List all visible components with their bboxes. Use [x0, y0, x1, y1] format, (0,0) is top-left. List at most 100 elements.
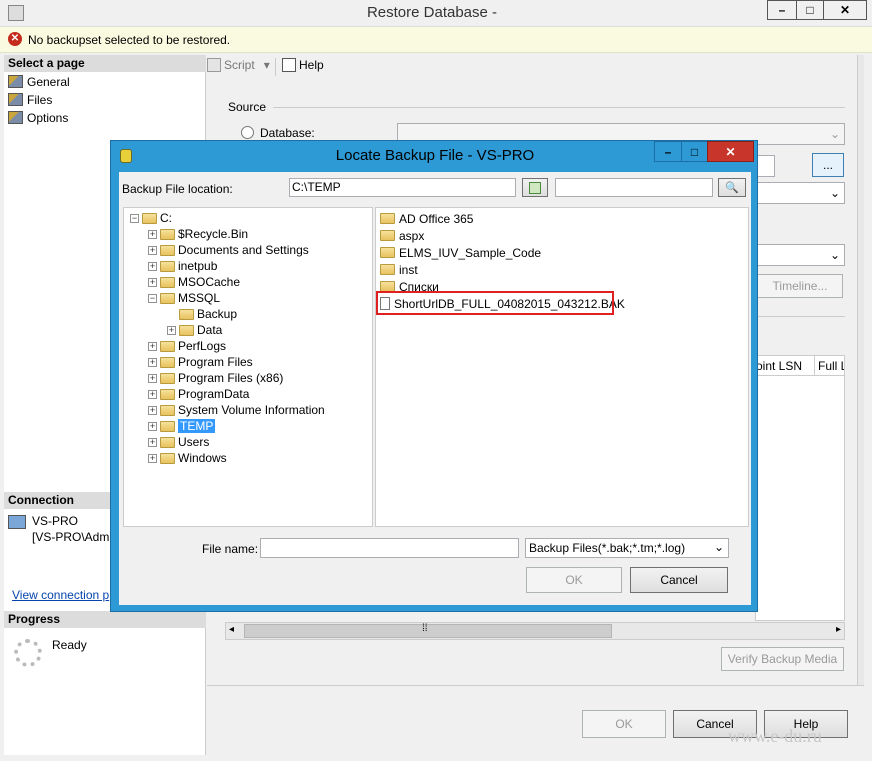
backupsets-grid-header: oint LSN Full LS [755, 355, 845, 376]
tree-node[interactable]: + System Volume Information [148, 402, 325, 418]
file-type-select[interactable]: Backup Files(*.bak;*.tm;*.log) ⌄ [525, 538, 729, 558]
help-button-toolbar[interactable]: Help [282, 58, 324, 72]
list-item-label: AD Office 365 [399, 211, 474, 226]
highlight-box [376, 291, 614, 315]
folder-icon [160, 404, 175, 416]
folder-icon [160, 260, 175, 272]
verify-backup-media-button[interactable]: Verify Backup Media [721, 647, 844, 671]
tree-node[interactable]: − MSSQL [148, 290, 220, 306]
source-divider [273, 107, 845, 108]
restore-to-select[interactable]: ⌄ [755, 244, 845, 266]
script-label: Script [224, 58, 255, 72]
page-general-label: General [27, 74, 70, 89]
folder-icon [380, 213, 395, 224]
tree-label: Program Files [178, 355, 253, 369]
tree-node[interactable]: + Windows [148, 450, 227, 466]
tree-label: $Recycle.Bin [178, 227, 249, 241]
list-item-label: inst [399, 262, 418, 277]
folder-icon [160, 340, 175, 352]
window-title: Restore Database - [366, 4, 498, 21]
tree-node-c[interactable]: − C: [130, 210, 172, 226]
dialog-cancel-button[interactable]: Cancel [630, 567, 728, 593]
error-bar: ✕ No backupset selected to be restored. [0, 27, 872, 53]
window-titlebar: Restore Database - – □ ✕ [0, 0, 872, 27]
list-item[interactable]: AD Office 365 [380, 210, 473, 227]
error-icon: ✕ [8, 32, 22, 46]
ok-button[interactable]: OK [582, 710, 666, 738]
tree-node[interactable]: + $Recycle.Bin [148, 226, 248, 242]
timeline-button[interactable]: Timeline... [757, 274, 843, 298]
tree-label: MSSQL [178, 291, 221, 305]
tree-node[interactable]: Backup [179, 306, 237, 322]
tree-node[interactable]: + Program Files (x86) [148, 370, 283, 386]
refresh-button[interactable] [522, 178, 548, 197]
list-item[interactable]: aspx [380, 227, 424, 244]
close-button[interactable]: ✕ [823, 0, 867, 20]
col-divider [814, 356, 815, 376]
tree-label: Windows [178, 451, 227, 465]
tree-label: Program Files (x86) [178, 371, 284, 385]
dialog-ok-button[interactable]: OK [526, 567, 622, 593]
folder-icon [160, 372, 175, 384]
dialog-close-button[interactable]: ✕ [707, 141, 754, 162]
minimize-button[interactable]: – [767, 0, 797, 20]
tree-label: Documents and Settings [178, 243, 309, 257]
tree-label: inetpub [178, 259, 218, 273]
backupsets-divider [755, 316, 845, 317]
tree-node[interactable]: + Users [148, 434, 209, 450]
list-item[interactable]: inst [380, 261, 418, 278]
col-point-lsn: oint LSN [756, 359, 803, 373]
folder-icon [160, 356, 175, 368]
toolbar-separator [275, 58, 276, 76]
database-label: Database: [260, 126, 315, 140]
file-type-value: Backup Files(*.bak;*.tm;*.log) [529, 541, 686, 555]
tree-node[interactable]: + MSOCache [148, 274, 240, 290]
page-files[interactable]: Files [8, 91, 52, 108]
tree-label: ProgramData [178, 387, 250, 401]
list-item[interactable]: ELMS_IUV_Sample_Code [380, 244, 541, 261]
file-name-label: File name: [202, 542, 259, 556]
chevron-down-icon: ⌄ [713, 540, 724, 554]
vertical-scrollbar[interactable] [857, 55, 864, 685]
folder-icon [160, 292, 175, 304]
server-name: VS-PRO [32, 514, 79, 528]
page-options[interactable]: Options [8, 109, 68, 126]
horizontal-scrollbar[interactable]: ◂ ⁞⁞ ▸ [225, 622, 845, 640]
tree-node[interactable]: + Program Files [148, 354, 253, 370]
browse-button[interactable]: ... [812, 153, 844, 177]
scrollbar-thumb[interactable] [244, 624, 612, 638]
tree-node[interactable]: + Documents and Settings [148, 242, 309, 258]
search-button[interactable]: 🔍 [718, 178, 746, 197]
tree-node-selected[interactable]: + TEMP [148, 418, 216, 434]
progress-spinner-icon [14, 639, 42, 667]
dialog-minimize-button[interactable]: – [654, 141, 682, 162]
tree-node[interactable]: + PerfLogs [148, 338, 226, 354]
tree-node[interactable]: + inetpub [148, 258, 217, 274]
folder-icon [160, 276, 175, 288]
folder-icon [160, 244, 175, 256]
folder-icon [160, 436, 175, 448]
wrench-icon [8, 93, 23, 106]
file-name-input[interactable] [260, 538, 519, 558]
backup-location-input[interactable]: C:\TEMP [289, 178, 516, 197]
script-button[interactable]: Script ▾ [207, 58, 270, 72]
wrench-icon [8, 75, 23, 88]
locate-backup-file-dialog: Locate Backup File - VS-PRO – □ ✕ Backup… [110, 140, 758, 612]
tree-node[interactable]: + ProgramData [148, 386, 249, 402]
file-list[interactable]: AD Office 365 aspx ELMS_IUV_Sample_Code … [375, 207, 749, 527]
maximize-button[interactable]: □ [796, 0, 824, 20]
dialog-maximize-button[interactable]: □ [681, 141, 708, 162]
folder-tree[interactable]: − C: + $Recycle.Bin + Documents and Setting… [123, 207, 373, 527]
page-general[interactable]: General [8, 73, 70, 90]
tree-label: MSOCache [178, 275, 241, 289]
help-label: Help [299, 58, 324, 72]
progress-status: Ready [52, 638, 87, 652]
database-radio[interactable] [241, 126, 254, 139]
database-dest-select[interactable]: ⌄ [755, 182, 845, 204]
search-input[interactable] [555, 178, 713, 197]
progress-header: Progress [4, 611, 206, 628]
tree-node[interactable]: + Data [167, 322, 222, 338]
view-connection-link[interactable]: View connection p [12, 588, 109, 602]
tree-label: PerfLogs [178, 339, 227, 353]
folder-icon [160, 420, 175, 432]
